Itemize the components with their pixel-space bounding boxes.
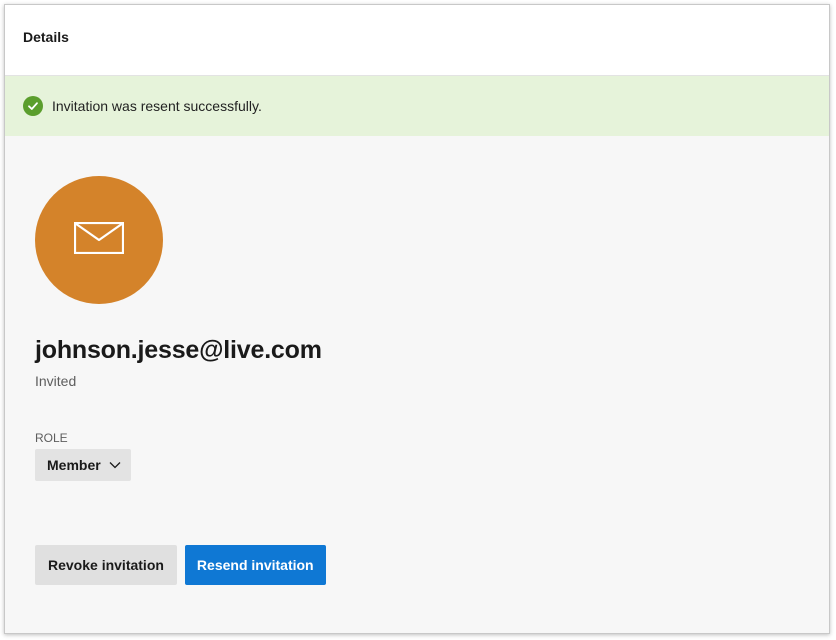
avatar xyxy=(35,176,163,304)
chevron-down-icon xyxy=(109,461,121,469)
resend-invitation-button[interactable]: Resend invitation xyxy=(184,545,326,585)
invitation-status: Invited xyxy=(35,373,77,389)
panel-title: Details xyxy=(23,29,69,45)
envelope-icon xyxy=(73,221,125,259)
details-panel: Details Invitation was resent successful… xyxy=(4,4,830,634)
success-banner: Invitation was resent successfully. xyxy=(5,76,829,136)
role-selected-value: Member xyxy=(47,457,101,473)
invitation-details: johnson.jesse@live.com Invited ROLE Memb… xyxy=(5,176,829,585)
action-buttons: Revoke invitation Resend invitation xyxy=(35,545,829,585)
revoke-invitation-button[interactable]: Revoke invitation xyxy=(35,545,177,585)
role-dropdown[interactable]: Member xyxy=(35,449,131,481)
role-label: ROLE xyxy=(35,431,68,445)
banner-message: Invitation was resent successfully. xyxy=(52,98,262,114)
panel-header: Details xyxy=(5,5,829,76)
check-circle-icon xyxy=(23,96,43,116)
user-email: johnson.jesse@live.com xyxy=(35,336,322,364)
